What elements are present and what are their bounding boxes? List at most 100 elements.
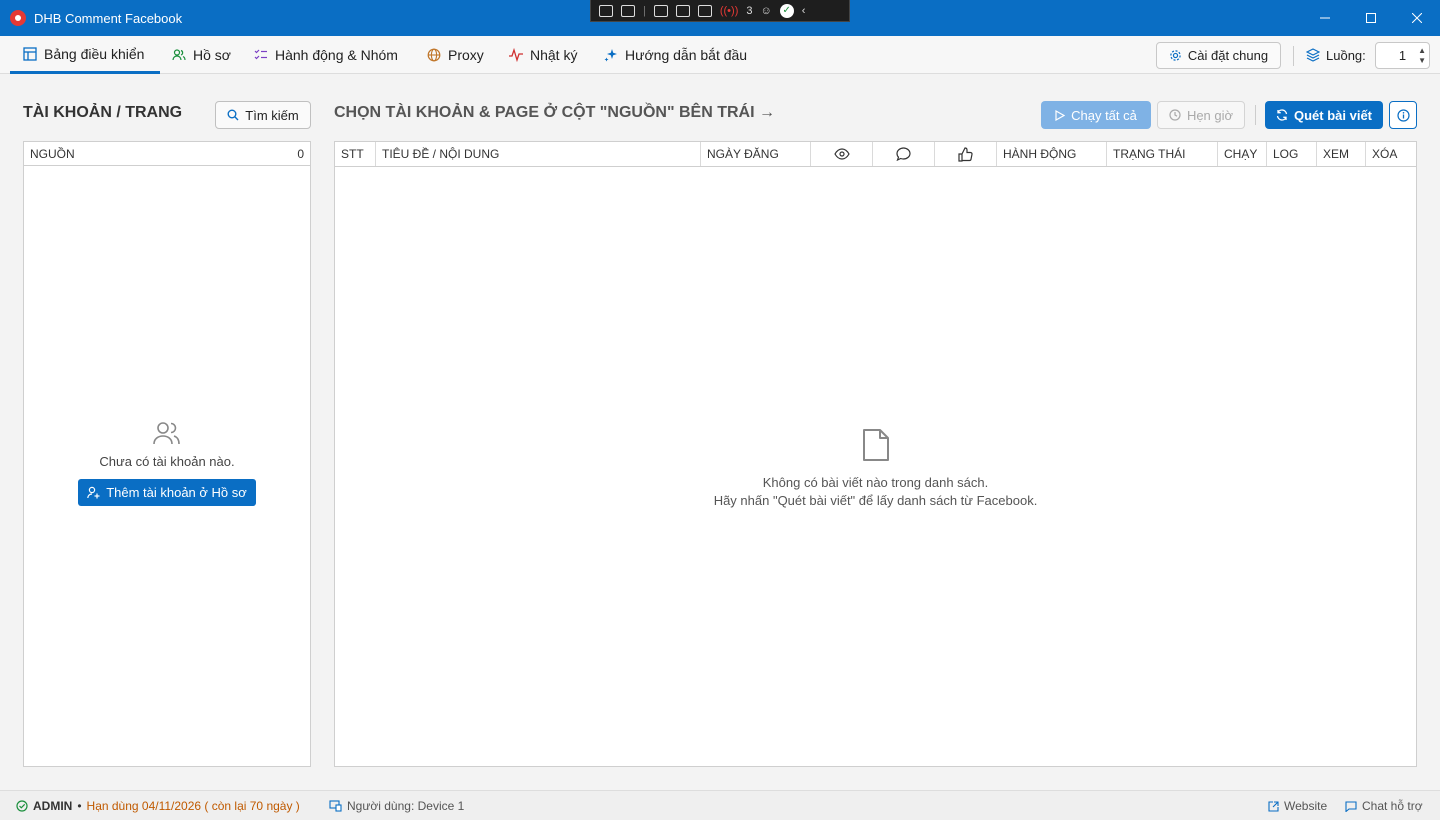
column-header-post-date: NGÀY ĐĂNG [701,142,811,166]
close-button[interactable] [1394,0,1440,36]
scan-posts-button[interactable]: Quét bài viết [1265,101,1383,129]
select-element-icon[interactable] [653,4,668,17]
accounts-pages-title: TÀI KHOẢN / TRANG [23,104,183,121]
device-icon [329,800,342,812]
threads-stepper[interactable]: 1 ▲ ▼ [1375,42,1430,69]
add-account-button[interactable]: Thêm tài khoản ở Hồ sơ [78,479,256,506]
layers-icon [1306,48,1320,62]
search-label: Tìm kiếm [245,107,299,123]
threads-label-text: Luồng: [1326,47,1366,63]
empty-posts-message: Không có bài viết nào trong danh sách. H… [714,474,1038,510]
accessibility-icon[interactable]: ☺ [761,5,772,17]
add-account-label: Thêm tài khoản ở Hồ sơ [106,485,247,500]
maximize-button[interactable] [1348,0,1394,36]
threads-label: Luồng: [1306,36,1366,74]
search-button[interactable]: Tìm kiếm [215,101,311,129]
sparkle-icon [604,49,617,62]
decrement-arrow-icon[interactable]: ▼ [1418,56,1426,66]
status-bar: ADMIN • Hạn dùng 04/11/2026 ( còn lại 70… [0,790,1440,820]
device-status: Người dùng: Device 1 [329,791,464,820]
empty-posts-line-2: Hãy nhấn "Quét bài viết" để lấy danh sác… [713,493,1038,508]
source-count: 0 [297,146,304,161]
column-header-stt: STT [335,142,376,166]
clock-icon [1169,109,1181,121]
column-header-view: XEM [1317,142,1366,166]
tab-label: Nhật ký [530,47,578,63]
general-settings-button[interactable]: Cài đặt chung [1156,42,1281,69]
gear-icon [1170,50,1181,61]
tab-label: Proxy [448,47,484,63]
window-title: DHB Comment Facebook [34,10,183,26]
run-all-button[interactable]: Chạy tất cả [1041,101,1151,129]
tab-proxy[interactable]: Proxy [427,36,484,74]
posts-table-header: STT TIÊU ĐỀ / NỘI DUNG NGÀY ĐĂNG HÀNH ĐỘ… [335,142,1416,167]
check-icon[interactable]: ✓ [779,3,794,18]
users-icon [172,49,186,61]
tab-label: Bảng điều khiển [44,45,145,62]
main-tab-bar: Bảng điều khiển Hồ sơ Hành động & Nhóm P… [0,36,1440,74]
play-icon [1055,109,1066,121]
divider [1293,46,1294,66]
tab-profiles[interactable]: Hồ sơ [172,36,231,74]
tab-dashboard[interactable]: Bảng điều khiển [10,36,160,74]
user-role: ADMIN [33,799,73,813]
inspect-tree-icon[interactable] [599,4,613,17]
column-header-delete: XÓA [1372,147,1398,161]
binding-failures-count: 3 [746,4,753,17]
tab-getting-started[interactable]: Hướng dẫn bắt đầu [604,36,747,74]
thumbs-up-icon [958,146,973,162]
track-focus-icon[interactable] [697,4,712,17]
support-chat-link[interactable]: Chat hỗ trợ [1345,791,1423,820]
column-header-status: TRẠNG THÁI [1107,142,1218,166]
app-logo-icon [10,10,26,26]
user-plus-icon [87,486,100,499]
checklist-icon [254,49,267,60]
file-icon [862,429,889,461]
tab-label: Hướng dẫn bắt đầu [625,47,748,63]
scan-posts-label: Quét bài viết [1293,107,1373,123]
close-icon [1412,13,1422,23]
layout-adorner-icon[interactable] [675,4,690,17]
globe-icon [427,48,441,62]
user-status: ADMIN • Hạn dùng 04/11/2026 ( còn lại 70… [16,791,300,820]
posts-table-panel: STT TIÊU ĐỀ / NỘI DUNG NGÀY ĐĂNG HÀNH ĐỘ… [334,141,1417,767]
info-button[interactable] [1389,101,1417,129]
tab-actions-groups[interactable]: Hành động & Nhóm [254,36,398,74]
column-header-run: CHẠY [1218,142,1267,166]
separator-dot: • [77,799,82,813]
website-link[interactable]: Website [1268,791,1327,820]
minimize-button[interactable] [1302,0,1348,36]
tab-label: Hành động & Nhóm [275,47,398,63]
column-header-action: HÀNH ĐỘNG [997,142,1107,166]
schedule-button[interactable]: Hẹn giờ [1157,101,1245,129]
column-header-views [811,142,873,166]
info-icon [1396,108,1410,122]
column-header-likes [935,142,997,166]
collapse-toolbar-icon[interactable]: ‹ [802,5,806,17]
run-all-label: Chạy tất cả [1071,107,1137,123]
divider [1255,105,1256,125]
increment-arrow-icon[interactable]: ▲ [1418,46,1426,56]
support-chat-label: Chat hỗ trợ [1362,799,1423,813]
general-settings-label: Cài đặt chung [1187,48,1269,63]
license-expiry: Hạn dùng 04/11/2026 ( còn lại 70 ngày ) [86,799,300,813]
posts-panel-title: CHỌN TÀI KHOẢN & PAGE Ở CỘT "NGUỒN" BÊN … [334,104,775,121]
live-visual-tree-icon[interactable]: ((•)) [720,5,739,17]
tab-label: Hồ sơ [193,47,231,63]
device-label: Người dùng: Device 1 [347,799,465,813]
schedule-label: Hẹn giờ [1186,107,1234,123]
comment-icon [896,147,911,161]
grid-icon [23,46,37,61]
empty-posts-line-1: Không có bài viết nào trong danh sách. [762,475,989,490]
column-header-log: LOG [1267,142,1317,166]
tab-log[interactable]: Nhật ký [509,36,577,74]
debug-toolbar: | ((•)) 3 ☺ ✓ ‹ [590,0,850,22]
users-icon [153,422,180,445]
source-list-panel: NGUỒN 0 Chưa có tài khoản nào. Thêm tài … [23,141,311,767]
threads-value: 1 [1398,48,1407,63]
search-icon [227,109,239,121]
column-header-title-content: TIÊU ĐỀ / NỘI DUNG [376,142,701,166]
refresh-icon [1276,109,1288,121]
camera-icon[interactable] [621,4,635,17]
eye-icon [833,148,850,160]
